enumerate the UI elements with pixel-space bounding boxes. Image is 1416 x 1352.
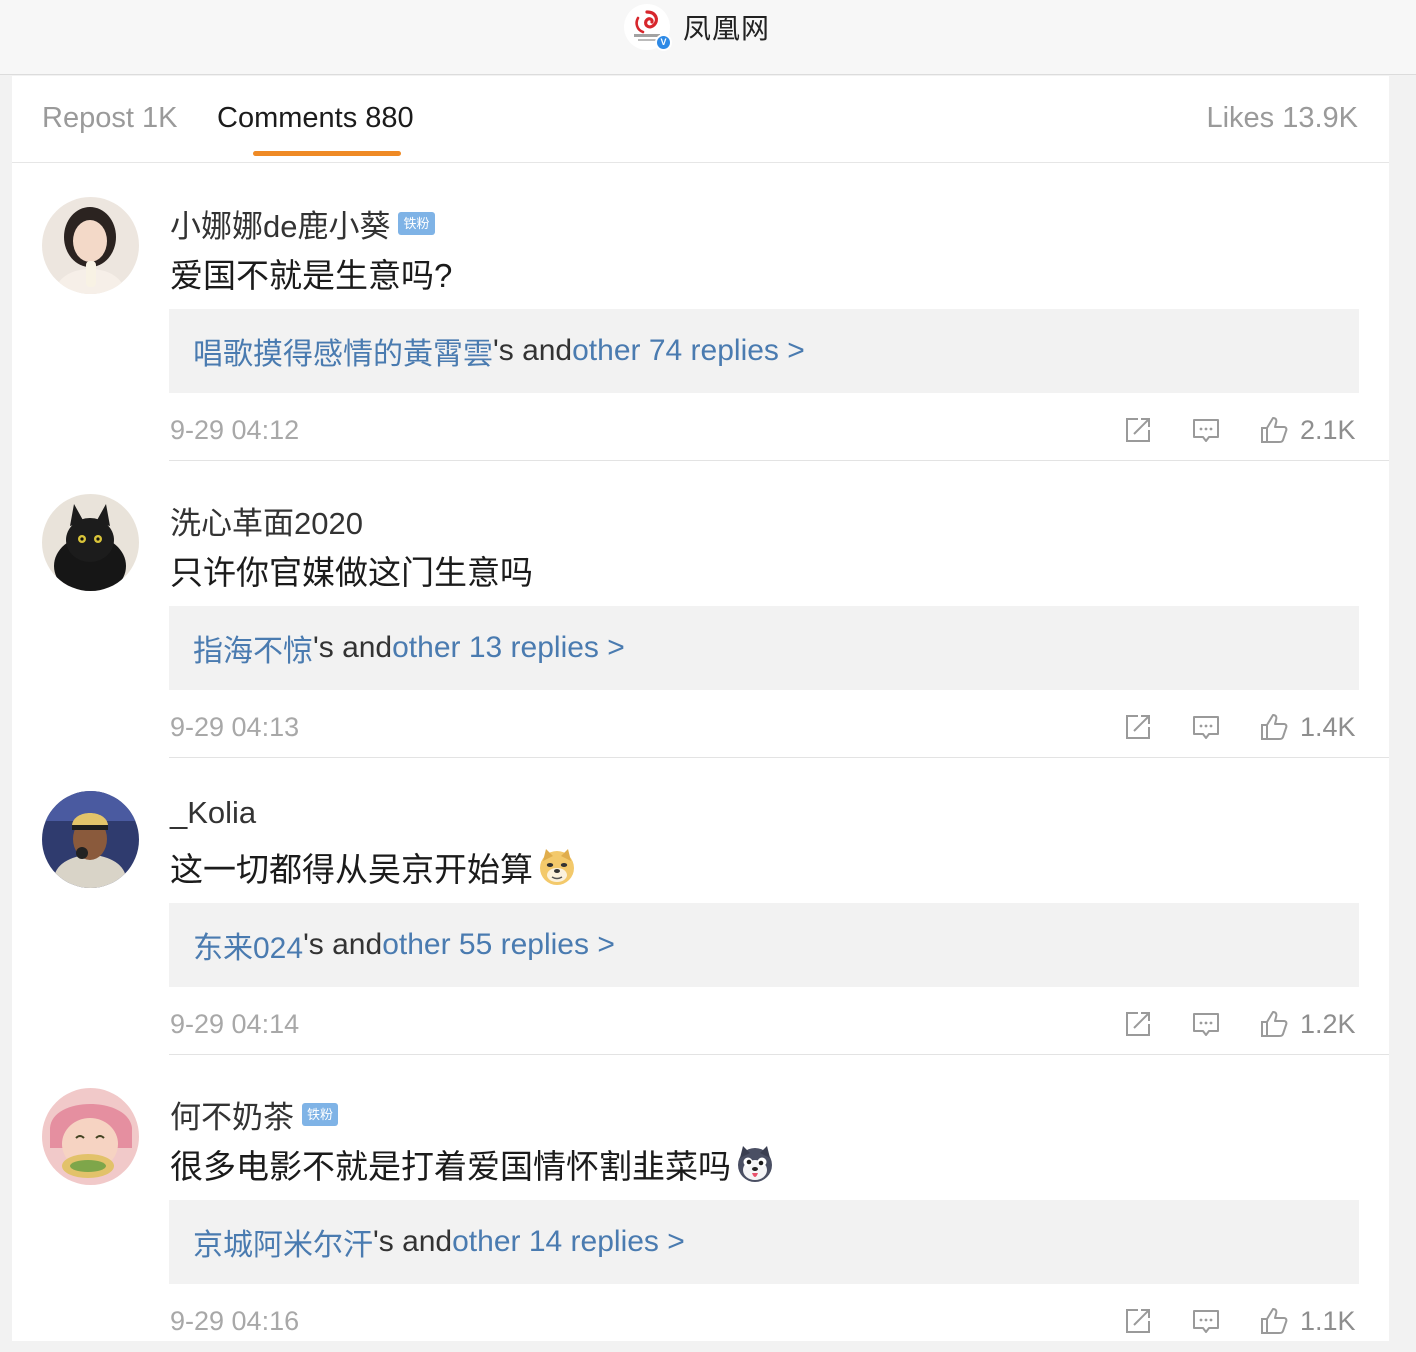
comment-icon[interactable] [1190,414,1222,446]
reply-user-link[interactable]: 指海不惊 [193,626,313,670]
share-icon[interactable] [1122,711,1154,743]
replies-preview[interactable]: 京城阿米尔汗 's and other 14 replies > [169,1200,1359,1284]
comment-text: 只许你官媒做这门生意吗 [170,546,533,594]
top-bar: V 凤凰网 [0,0,1416,75]
thumbs-up-icon[interactable] [1258,414,1290,446]
comments-panel: Repost 1K Comments 880 Likes 13.9K 小娜娜de… [12,76,1389,1341]
reply-user-link[interactable]: 唱歌摸得感情的黃霄雲 [193,329,493,373]
comment-text-content: 这一切都得从吴京开始算 [170,851,533,888]
comment-timestamp: 9-29 04:13 [170,712,300,742]
husky-emoji-icon [738,1146,772,1182]
comment-actions: 2.1K [1122,413,1356,447]
comment-item: 何不奶茶 铁粉 很多电影不就是打着爱国情怀割韭菜吗 京城阿米尔汗 's and … [12,1055,1389,1352]
comment-text: 这一切都得从吴京开始算 [170,843,577,891]
fan-badge: 铁粉 [398,212,435,235]
comment-actions: 1.2K [1122,1007,1356,1041]
comment-text: 爱国不就是生意吗? [170,249,452,297]
comment-username[interactable]: 何不奶茶 铁粉 [170,1092,339,1137]
thumbs-up-icon[interactable] [1258,711,1290,743]
comment-actions: 1.4K [1122,710,1356,744]
fan-badge: 铁粉 [302,1103,339,1126]
more-replies-link[interactable]: other 74 replies > [572,334,805,368]
like-count: 2.1K [1300,414,1356,445]
avatar[interactable] [42,1088,139,1185]
reply-user-link[interactable]: 东来024 [193,923,303,967]
ifeng-logo: V [624,4,672,51]
avatar[interactable] [42,494,139,591]
comment-item: 小娜娜de鹿小葵 铁粉 爱国不就是生意吗? 唱歌摸得感情的黃霄雲 's and … [12,164,1389,461]
reply-user-link[interactable]: 京城阿米尔汗 [193,1220,373,1264]
comment-text: 很多电影不就是打着爱国情怀割韭菜吗 [170,1140,775,1188]
comment-username[interactable]: 小娜娜de鹿小葵 铁粉 [170,201,435,246]
replies-preview[interactable]: 唱歌摸得感情的黃霄雲 's and other 74 replies > [169,309,1359,393]
comment-text-content: 只许你官媒做这门生意吗 [170,554,533,591]
more-replies-link[interactable]: other 14 replies > [452,1225,685,1259]
username-text[interactable]: _Kolia [170,795,256,831]
comment-timestamp: 9-29 04:16 [170,1306,300,1336]
comment-icon[interactable] [1190,711,1222,743]
username-text[interactable]: 洗心革面2020 [170,498,363,543]
more-replies-link[interactable]: other 55 replies > [382,928,615,962]
verified-icon: V [655,34,672,51]
tab-comments[interactable]: Comments 880 [217,102,414,135]
comment-icon[interactable] [1190,1305,1222,1337]
tab-likes[interactable]: Likes 13.9K [1206,102,1358,135]
comment-item: _Kolia 这一切都得从吴京开始算 东来024 's and other 55… [12,758,1389,1055]
comment-username[interactable]: _Kolia [170,795,256,831]
reply-connector: 's and [373,1225,453,1258]
like-count: 1.2K [1300,1008,1356,1039]
comment-item: 洗心革面2020 只许你官媒做这门生意吗 指海不惊 's and other 1… [12,461,1389,758]
avatar[interactable] [42,197,139,294]
doge-emoji-icon [540,849,574,885]
like-count: 1.1K [1300,1305,1356,1336]
share-icon[interactable] [1122,414,1154,446]
share-icon[interactable] [1122,1008,1154,1040]
account-header[interactable]: V 凤凰网 [624,4,770,51]
comment-icon[interactable] [1190,1008,1222,1040]
avatar[interactable] [42,791,139,888]
reply-connector: 's and [313,631,393,664]
replies-preview[interactable]: 东来024 's and other 55 replies > [169,903,1359,987]
username-text[interactable]: 何不奶茶 [170,1092,294,1137]
username-text[interactable]: 小娜娜de鹿小葵 [170,201,390,246]
reply-connector: 's and [493,334,573,367]
comment-actions: 1.1K [1122,1304,1356,1338]
active-tab-indicator [253,151,401,156]
comment-username[interactable]: 洗心革面2020 [170,498,363,543]
tab-repost[interactable]: Repost 1K [42,102,177,135]
tab-bar: Repost 1K Comments 880 Likes 13.9K [12,76,1389,163]
thumbs-up-icon[interactable] [1258,1008,1290,1040]
comment-timestamp: 9-29 04:14 [170,1009,300,1039]
share-icon[interactable] [1122,1305,1154,1337]
account-name[interactable]: 凤凰网 [683,7,770,47]
comment-text-content: 很多电影不就是打着爱国情怀割韭菜吗 [170,1148,731,1185]
more-replies-link[interactable]: other 13 replies > [392,631,625,665]
reply-connector: 's and [303,928,383,961]
comment-timestamp: 9-29 04:12 [170,415,300,445]
replies-preview[interactable]: 指海不惊 's and other 13 replies > [169,606,1359,690]
thumbs-up-icon[interactable] [1258,1305,1290,1337]
comment-text-content: 爱国不就是生意吗? [170,257,453,294]
like-count: 1.4K [1300,711,1356,742]
